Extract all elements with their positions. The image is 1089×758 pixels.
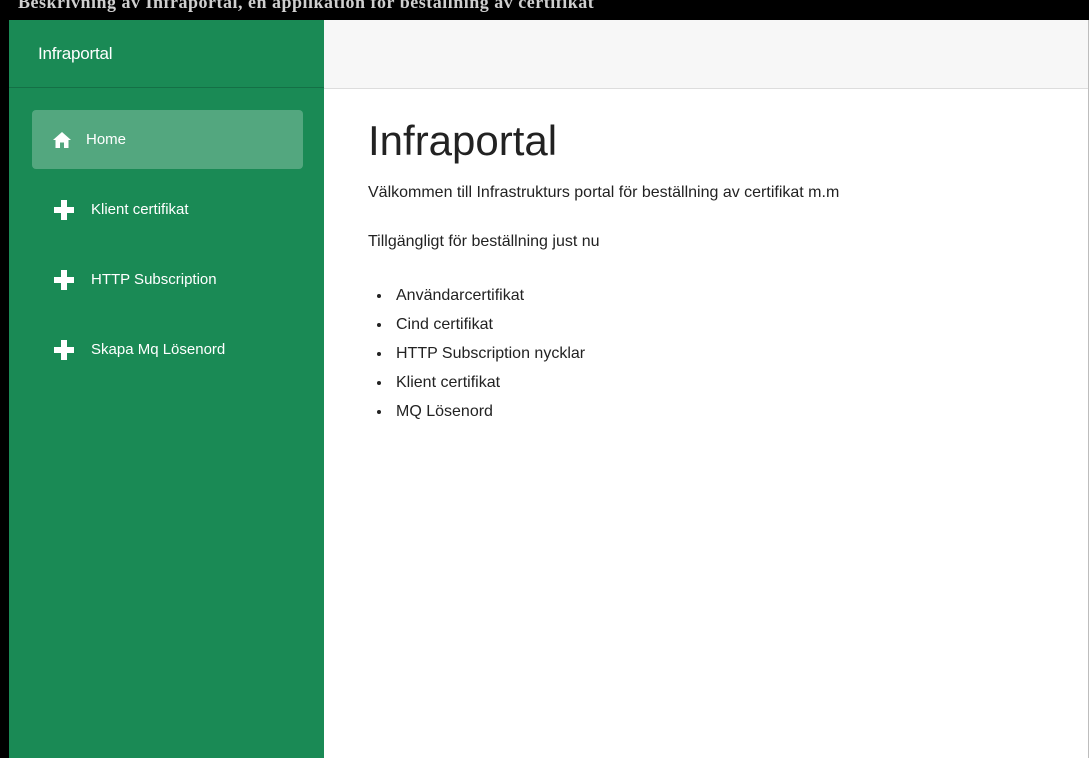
top-strip: Beskrivning av Infraportal, en applikati… [0,0,1089,20]
list-item: Användarcertifikat [392,281,1089,310]
left-border [0,0,9,758]
list-item: Cind certifikat [392,310,1089,339]
welcome-text: Välkommen till Infrastrukturs portal för… [368,184,840,201]
sidebar-item-klient-certifikat[interactable]: Klient certifikat [32,180,303,239]
available-list: Användarcertifikat Cind certifikat HTTP … [368,281,1089,426]
sidebar-item-label: Klient certifikat [91,201,189,218]
sidebar-item-http-subscription[interactable]: HTTP Subscription [32,250,303,309]
plus-icon [52,338,76,362]
overlay-heading: Beskrivning av Infraportal, en applikati… [18,0,595,12]
sidebar-item-home[interactable]: Home [32,110,303,169]
sidebar-nav: Home Klient certifikat HTTP Subscription… [9,88,324,379]
list-item: Klient certifikat [392,368,1089,397]
plus-icon [52,268,76,292]
page-content: Infraportal Välkommen till Infrastruktur… [324,89,1089,426]
page-title: Infraportal [368,117,558,164]
home-icon [52,128,72,152]
sidebar-item-skapa-mq-losenord[interactable]: Skapa Mq Lösenord [32,320,303,379]
list-item: HTTP Subscription nycklar [392,339,1089,368]
plus-icon [52,198,76,222]
sidebar-item-label: Home [86,131,127,148]
brand-title[interactable]: Infraportal [9,20,324,88]
sidebar-item-label: Skapa Mq Lösenord [91,341,226,358]
list-item: MQ Lösenord [392,397,1089,426]
app-window: Infraportal Home Klient certifikat HTTP … [9,20,1089,758]
main-area: Infraportal Välkommen till Infrastruktur… [324,20,1089,758]
sidebar: Infraportal Home Klient certifikat HTTP … [9,20,324,758]
sidebar-item-label: HTTP Subscription [91,271,217,288]
available-heading: Tillgängligt för beställning just nu [368,233,600,250]
top-bar [324,20,1089,89]
